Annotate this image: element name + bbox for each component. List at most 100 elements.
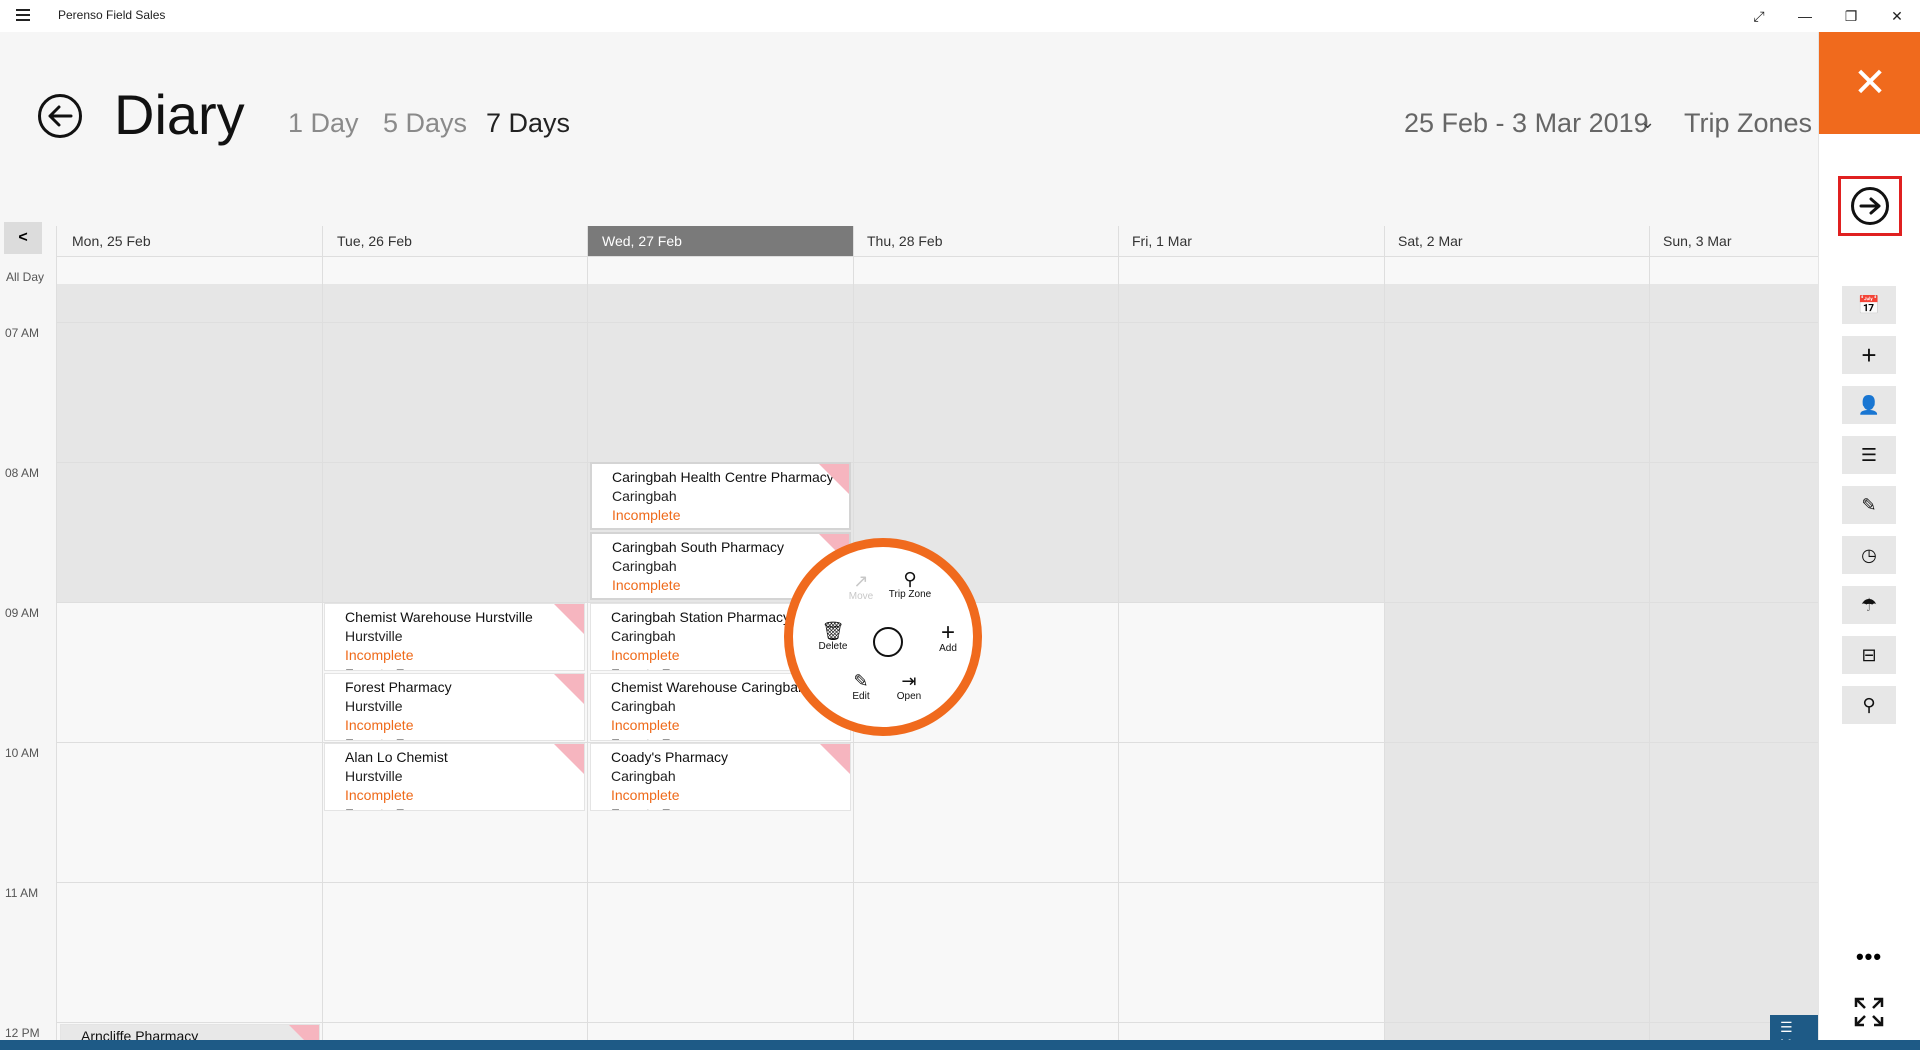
- day-header[interactable]: Sun, 3 Mar: [1649, 226, 1818, 256]
- diary-header: Diary 1 Day 5 Days 7 Days 25 Feb - 3 Mar…: [0, 32, 1818, 222]
- appointment-location: Hurstville: [345, 698, 403, 714]
- appointment-card[interactable]: Chemist Warehouse Hurstville Hurstville …: [324, 603, 585, 671]
- flag-marker: [289, 1025, 319, 1040]
- window-close-button[interactable]: ✕: [1874, 0, 1920, 32]
- appointment-name: Caringbah Health Centre Pharmacy: [612, 469, 834, 485]
- hour-label: 11 AM: [5, 886, 39, 900]
- chevron-left-icon: <: [18, 229, 28, 246]
- open-label: Open: [896, 691, 922, 702]
- appointment-name: Chemist Warehouse Hurstville: [345, 609, 533, 625]
- tab-1-day[interactable]: 1 Day: [288, 108, 359, 139]
- calendar-icon: 📅: [1857, 294, 1881, 315]
- appointment-type: Face to Face: [345, 735, 564, 740]
- appointment-name: Caringbah South Pharmacy: [612, 539, 784, 555]
- move-label: Move: [848, 591, 874, 602]
- divider-icon: ⊟: [1861, 644, 1877, 665]
- time-button[interactable]: ◷: [1842, 536, 1896, 574]
- day-header[interactable]: Fri, 1 Mar: [1118, 226, 1383, 256]
- fullscreen-button[interactable]: ⤢: [1736, 0, 1782, 32]
- leave-button[interactable]: ☂: [1842, 586, 1896, 624]
- all-day-row[interactable]: [56, 256, 1818, 284]
- open-menu-item[interactable]: ⇥ Open: [879, 671, 939, 702]
- app-title: Perenso Field Sales: [58, 8, 166, 22]
- checklist-button[interactable]: ☰: [1842, 436, 1896, 474]
- column-divider: [587, 226, 588, 1040]
- row-divider: [56, 882, 1818, 883]
- appointment-location: Caringbah: [611, 768, 676, 784]
- radial-center-button[interactable]: [873, 627, 903, 657]
- day-header[interactable]: Mon, 25 Feb: [58, 226, 322, 256]
- expand-icon[interactable]: [1842, 996, 1896, 1036]
- calendar-button[interactable]: 📅: [1842, 286, 1896, 324]
- trip-zone-label: Trip Zone: [888, 589, 932, 600]
- previous-week-button[interactable]: <: [4, 222, 42, 254]
- chevron-down-icon[interactable]: ⌄: [1640, 112, 1655, 133]
- delete-label: Delete: [818, 641, 848, 652]
- appointment-type: Face to Face: [345, 665, 564, 670]
- mini-menu-tab[interactable]: ☰ M: [1770, 1015, 1818, 1050]
- appointment-name: Coady's Pharmacy: [611, 749, 729, 765]
- appointment-status: Incomplete: [611, 717, 680, 733]
- add-menu-item[interactable]: + Add: [918, 621, 978, 655]
- appointment-card[interactable]: Coady's Pharmacy Caringbah Incomplete Fa…: [590, 743, 851, 811]
- pencil-icon: ✎: [1861, 494, 1877, 515]
- appointment-card[interactable]: Arncliffe Pharmacy: [60, 1024, 320, 1040]
- appointment-card[interactable]: Forest Pharmacy Hurstville Incomplete Fa…: [324, 673, 585, 741]
- more-options-button[interactable]: •••: [1842, 944, 1896, 974]
- hour-label: 07 AM: [5, 326, 40, 340]
- hamburger-menu-icon[interactable]: [12, 6, 34, 26]
- row-divider: [56, 322, 1818, 323]
- day-header[interactable]: Thu, 28 Feb: [853, 226, 1117, 256]
- appointment-location: Caringbah: [612, 488, 677, 504]
- appointment-name: Alan Lo Chemist: [345, 749, 448, 765]
- appointment-location: Caringbah: [612, 558, 677, 574]
- delete-menu-item[interactable]: 🗑 Delete: [803, 621, 863, 652]
- appointment-status: Incomplete: [345, 717, 414, 733]
- row-divider: [56, 256, 1818, 257]
- command-sidebar: ✕ 📅 + 👤 ☰ ✎ ◷ ☂ ⊟ ⚲ •••: [1818, 32, 1920, 1040]
- appointment-card[interactable]: Caringbah Health Centre Pharmacy Caringb…: [590, 462, 851, 530]
- date-range-selector[interactable]: 25 Feb - 3 Mar 2019: [1404, 108, 1649, 139]
- row-divider: [56, 1022, 1818, 1023]
- flag-marker: [819, 464, 849, 494]
- day-header-today[interactable]: Wed, 27 Feb: [588, 226, 853, 256]
- appointment-status: Incomplete: [611, 787, 680, 803]
- forward-button[interactable]: [1838, 176, 1902, 236]
- appointment-type: Face to Face: [611, 735, 830, 740]
- appointment-type: Face to Face: [612, 525, 829, 528]
- break-button[interactable]: ⊟: [1842, 636, 1896, 674]
- contact-button[interactable]: 👤: [1842, 386, 1896, 424]
- edit-label: Edit: [852, 691, 870, 702]
- day-header[interactable]: Sat, 2 Mar: [1384, 226, 1649, 256]
- trip-zone-menu-item[interactable]: ⚲ Trip Zone: [880, 569, 940, 600]
- close-panel-button[interactable]: ✕: [1819, 32, 1920, 134]
- flag-marker: [554, 744, 584, 774]
- tab-5-days[interactable]: 5 Days: [383, 108, 467, 139]
- checklist-icon: ☰: [1860, 444, 1878, 465]
- add-button[interactable]: +: [1842, 336, 1896, 374]
- trip-zones-filter[interactable]: Trip Zones: [1684, 108, 1812, 139]
- trip-zone-button[interactable]: ⚲: [1842, 686, 1896, 724]
- edit-button[interactable]: ✎: [1842, 486, 1896, 524]
- column-divider: [1649, 226, 1650, 1040]
- back-button[interactable]: [38, 94, 82, 138]
- all-day-label: All Day: [6, 270, 45, 284]
- hour-label: 09 AM: [5, 606, 40, 620]
- flag-marker: [820, 744, 850, 774]
- appointment-status: Incomplete: [345, 787, 414, 803]
- arrow-right-icon: [1851, 187, 1889, 225]
- appointment-location: Hurstville: [345, 768, 403, 784]
- column-divider: [322, 226, 323, 1040]
- minimize-button[interactable]: —: [1782, 0, 1828, 32]
- restore-button[interactable]: ❐: [1828, 0, 1874, 32]
- row-divider: [56, 462, 1818, 463]
- person-icon: 👤: [1857, 394, 1881, 415]
- day-header[interactable]: Tue, 26 Feb: [323, 226, 587, 256]
- trash-icon: 🗑: [821, 621, 845, 641]
- tab-7-days[interactable]: 7 Days: [486, 108, 570, 139]
- appointment-card[interactable]: Alan Lo Chemist Hurstville Incomplete Fa…: [324, 743, 585, 811]
- title-bar: Perenso Field Sales ⤢ — ❐ ✕: [0, 0, 1920, 32]
- appointment-location: Hurstville: [345, 628, 403, 644]
- week-calendar: < Mon, 25 Feb Tue, 26 Feb Wed, 27 Feb Th…: [0, 222, 1818, 1040]
- map-pin-icon: ⚲: [1862, 694, 1876, 715]
